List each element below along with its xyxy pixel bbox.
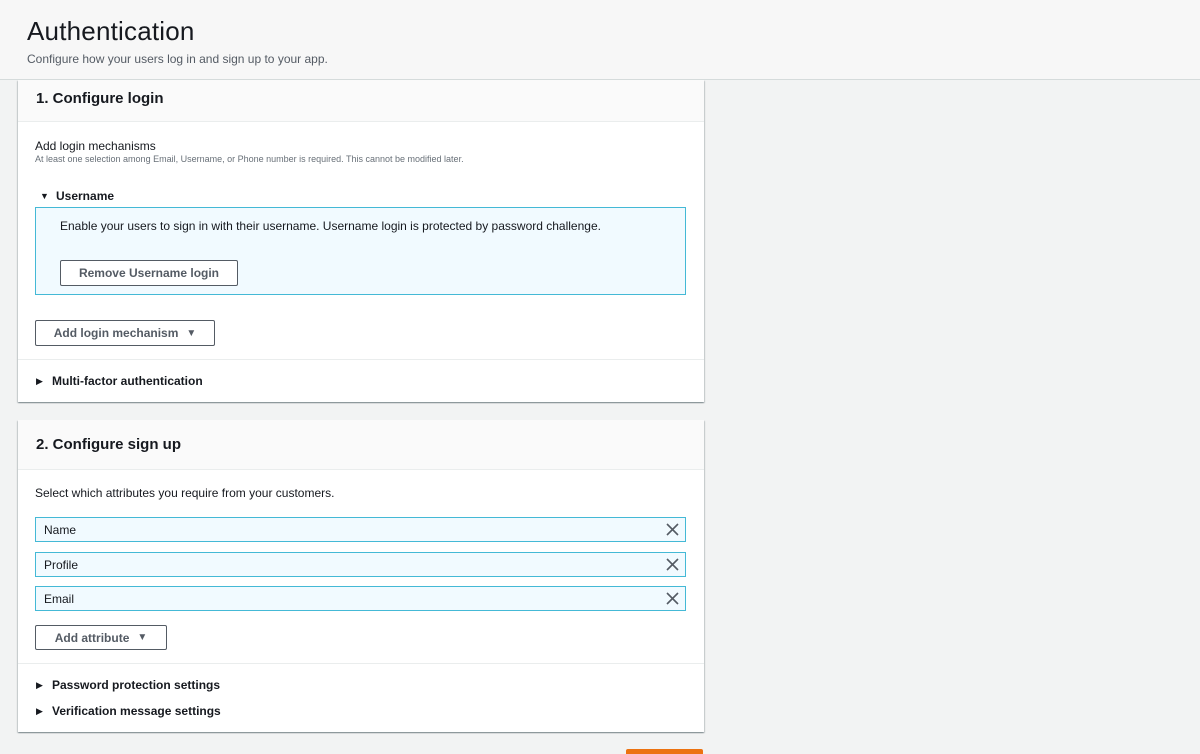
login-mechanisms-label: Add login mechanisms	[35, 139, 156, 153]
primary-action-button[interactable]	[626, 749, 703, 754]
attribute-token-profile: Profile	[35, 552, 686, 577]
mfa-expander[interactable]: ▶ Multi-factor authentication	[36, 374, 203, 388]
caret-right-icon: ▶	[36, 375, 43, 386]
caret-down-icon: ▼	[137, 632, 148, 643]
username-expander-label: Username	[56, 189, 115, 203]
close-icon[interactable]	[665, 557, 680, 572]
close-icon[interactable]	[665, 591, 680, 606]
caret-down-icon: ▼	[40, 191, 49, 201]
configure-signup-panel: 2. Configure sign up Select which attrib…	[18, 420, 704, 732]
signup-instruction: Select which attributes you require from…	[35, 486, 335, 500]
username-description: Enable your users to sign in with their …	[60, 219, 601, 233]
close-icon[interactable]	[665, 522, 680, 537]
password-protection-label: Password protection settings	[52, 678, 221, 692]
configure-login-title: 1. Configure login	[36, 90, 164, 107]
remove-username-login-label: Remove Username login	[78, 266, 220, 280]
configure-signup-header: 2. Configure sign up	[18, 420, 704, 470]
caret-right-icon: ▶	[36, 679, 43, 690]
add-attribute-label: Add attribute	[54, 630, 130, 645]
username-expander[interactable]: ▼ Username	[40, 189, 114, 203]
divider	[18, 663, 704, 664]
caret-right-icon: ▶	[36, 705, 43, 716]
page-subtitle: Configure how your users log in and sign…	[27, 52, 328, 66]
login-mechanisms-hint: At least one selection among Email, User…	[35, 154, 464, 164]
attribute-token-label: Email	[44, 592, 75, 606]
password-protection-expander[interactable]: ▶ Password protection settings	[36, 678, 220, 692]
attribute-token-label: Profile	[44, 558, 79, 572]
verification-message-label: Verification message settings	[52, 704, 221, 718]
divider	[18, 359, 704, 360]
page-header: Authentication Configure how your users …	[0, 0, 1200, 80]
add-attribute-button[interactable]: Add attribute ▼	[35, 625, 167, 650]
verification-message-expander[interactable]: ▶ Verification message settings	[36, 704, 221, 718]
attribute-token-name: Name	[35, 517, 686, 542]
remove-username-login-button[interactable]: Remove Username login	[60, 260, 238, 286]
configure-login-header: 1. Configure login	[18, 80, 704, 122]
attribute-token-label: Name	[44, 523, 77, 537]
configure-login-panel: 1. Configure login Add login mechanisms …	[18, 80, 704, 402]
configure-signup-title: 2. Configure sign up	[36, 436, 181, 453]
username-info-box: Enable your users to sign in with their …	[35, 207, 686, 295]
mfa-expander-label: Multi-factor authentication	[52, 374, 203, 388]
page-title: Authentication	[27, 16, 195, 46]
add-login-mechanism-label: Add login mechanism	[53, 326, 179, 340]
add-login-mechanism-button[interactable]: Add login mechanism ▼	[35, 320, 215, 346]
attribute-token-email: Email	[35, 586, 686, 611]
caret-down-icon: ▼	[186, 327, 197, 339]
